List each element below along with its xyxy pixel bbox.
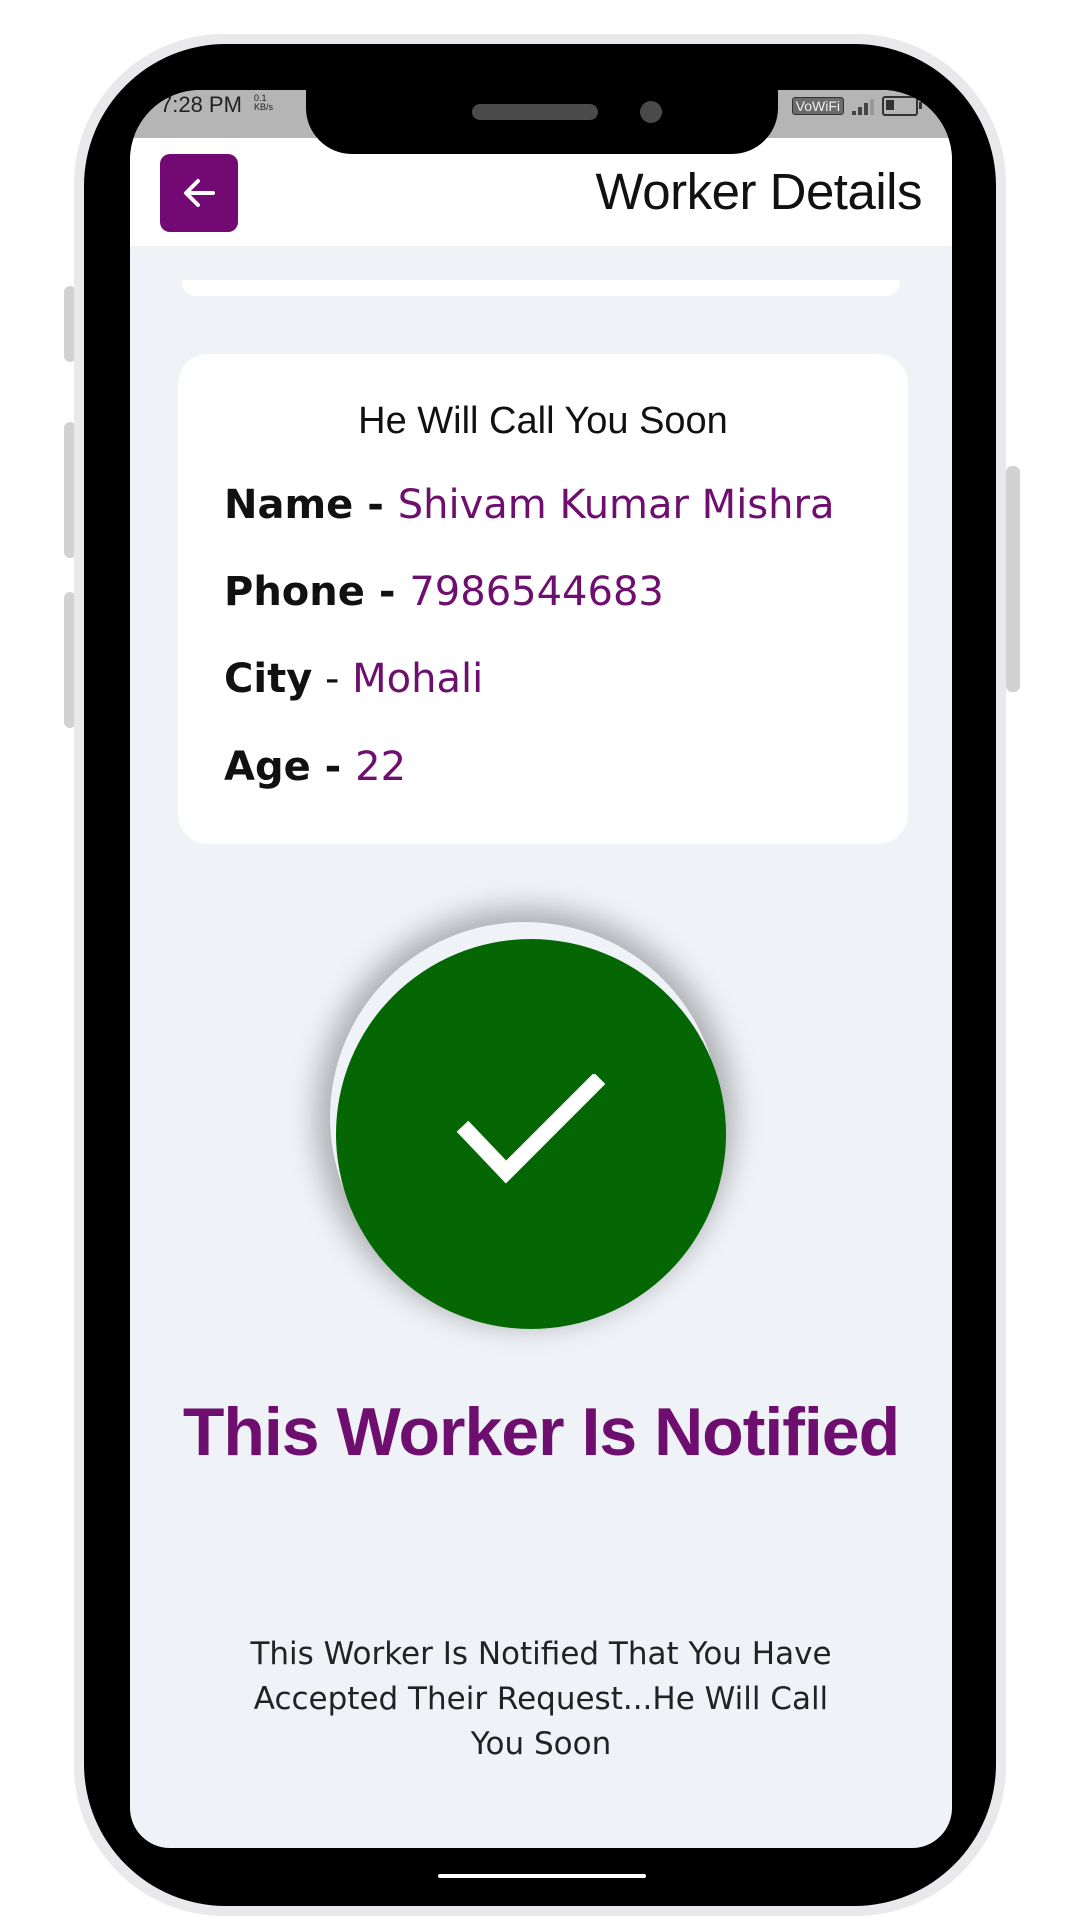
phone-mockup: 7:28 PM 0.1 KB/s VoWiFi Worker Details H… <box>0 0 1080 1920</box>
name-separator: - <box>353 482 398 528</box>
battery-icon <box>882 96 922 116</box>
age-row: Age - 22 <box>224 744 406 790</box>
success-badge <box>336 939 726 1329</box>
speaker-grille <box>472 104 598 120</box>
status-icons: VoWiFi <box>791 96 922 116</box>
phone-value[interactable]: 7986544683 <box>409 569 664 615</box>
city-row: City - Mohali <box>224 656 483 702</box>
city-separator: - <box>312 656 353 702</box>
back-button[interactable] <box>160 154 238 232</box>
worker-info-card: He Will Call You Soon Name - Shivam Kuma… <box>178 354 908 844</box>
city-value: Mohali <box>352 656 484 702</box>
vowifi-icon: VoWiFi <box>791 97 844 115</box>
app-screen: 7:28 PM 0.1 KB/s VoWiFi Worker Details H… <box>130 90 952 1848</box>
name-value: Shivam Kumar Mishra <box>397 482 835 528</box>
name-row: Name - Shivam Kumar Mishra <box>224 482 834 528</box>
app-header: Worker Details <box>130 138 952 246</box>
home-indicator[interactable] <box>438 1874 646 1878</box>
phone-separator: - <box>364 569 410 615</box>
phone-notch <box>306 84 778 154</box>
arrow-left-icon <box>184 179 215 207</box>
phone-row: Phone - 7986544683 <box>224 569 664 615</box>
network-speed: 0.1 KB/s <box>254 93 274 112</box>
phone-label: Phone <box>224 569 365 615</box>
signal-icon <box>852 97 874 115</box>
success-description: This Worker Is Notified That You Have Ac… <box>250 1636 832 1762</box>
card-heading: He Will Call You Soon <box>358 400 728 442</box>
age-separator: - <box>310 744 356 790</box>
name-label: Name <box>224 482 354 528</box>
status-time: 7:28 PM <box>160 92 242 117</box>
checkmark-icon <box>456 1074 606 1184</box>
success-title: This Worker Is Notified <box>182 1394 900 1470</box>
front-camera <box>640 101 662 123</box>
previous-card-edge <box>182 280 900 296</box>
age-value: 22 <box>355 744 407 790</box>
page-title: Worker Details <box>595 163 923 220</box>
power-side-button <box>1006 466 1020 692</box>
age-label: Age <box>224 744 311 790</box>
city-label: City <box>224 656 313 702</box>
